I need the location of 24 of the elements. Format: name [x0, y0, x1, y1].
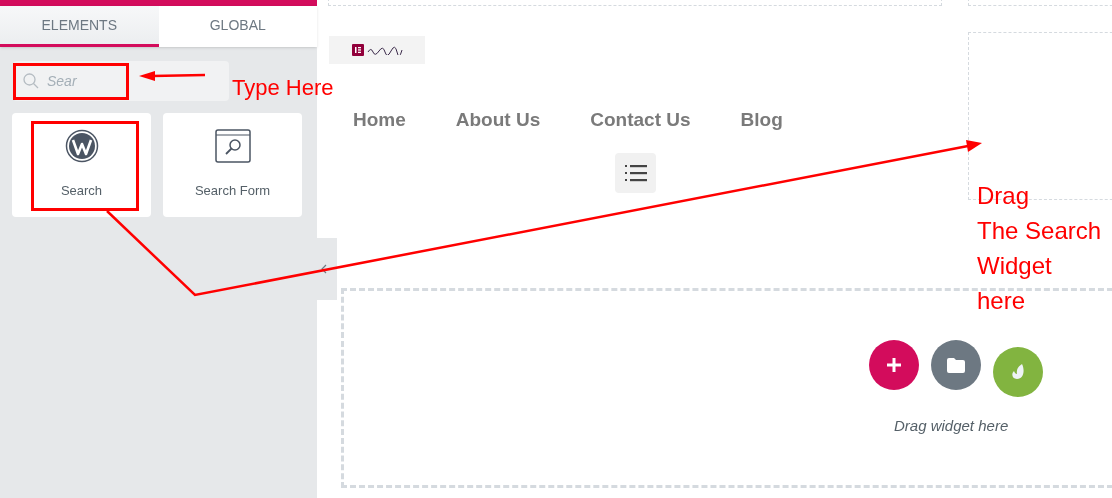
- nav-link[interactable]: Blog: [740, 106, 783, 135]
- list-icon: [624, 163, 647, 182]
- envato-button[interactable]: [993, 347, 1043, 397]
- nav-link[interactable]: Home: [353, 106, 406, 135]
- annotation-text: Drag The Search Widget here: [977, 181, 1102, 316]
- leaf-icon: [1011, 364, 1025, 380]
- drop-hint: Drag widget here: [894, 416, 1009, 436]
- annotation-arrow: [139, 71, 206, 81]
- template-button[interactable]: [931, 340, 981, 390]
- panel-tab[interactable]: GLOBAL: [158, 6, 317, 47]
- search-form-icon: [214, 129, 251, 164]
- panel-tab[interactable]: ELEMENTS: [0, 6, 159, 47]
- folder-icon: [947, 357, 965, 373]
- add-button[interactable]: [869, 340, 919, 390]
- widget-card[interactable]: Search Form: [163, 113, 302, 217]
- menu-toggle[interactable]: [615, 152, 656, 193]
- annotation-text: Type Here: [232, 77, 334, 99]
- collapse-icon[interactable]: [320, 264, 328, 274]
- nav-link[interactable]: Contact Us: [590, 106, 691, 135]
- nav-link[interactable]: About Us: [455, 106, 541, 135]
- search-icon: [23, 73, 39, 89]
- widget-card[interactable]: Search: [12, 113, 151, 217]
- wordpress-icon: [64, 129, 99, 164]
- plus-icon: [886, 357, 902, 373]
